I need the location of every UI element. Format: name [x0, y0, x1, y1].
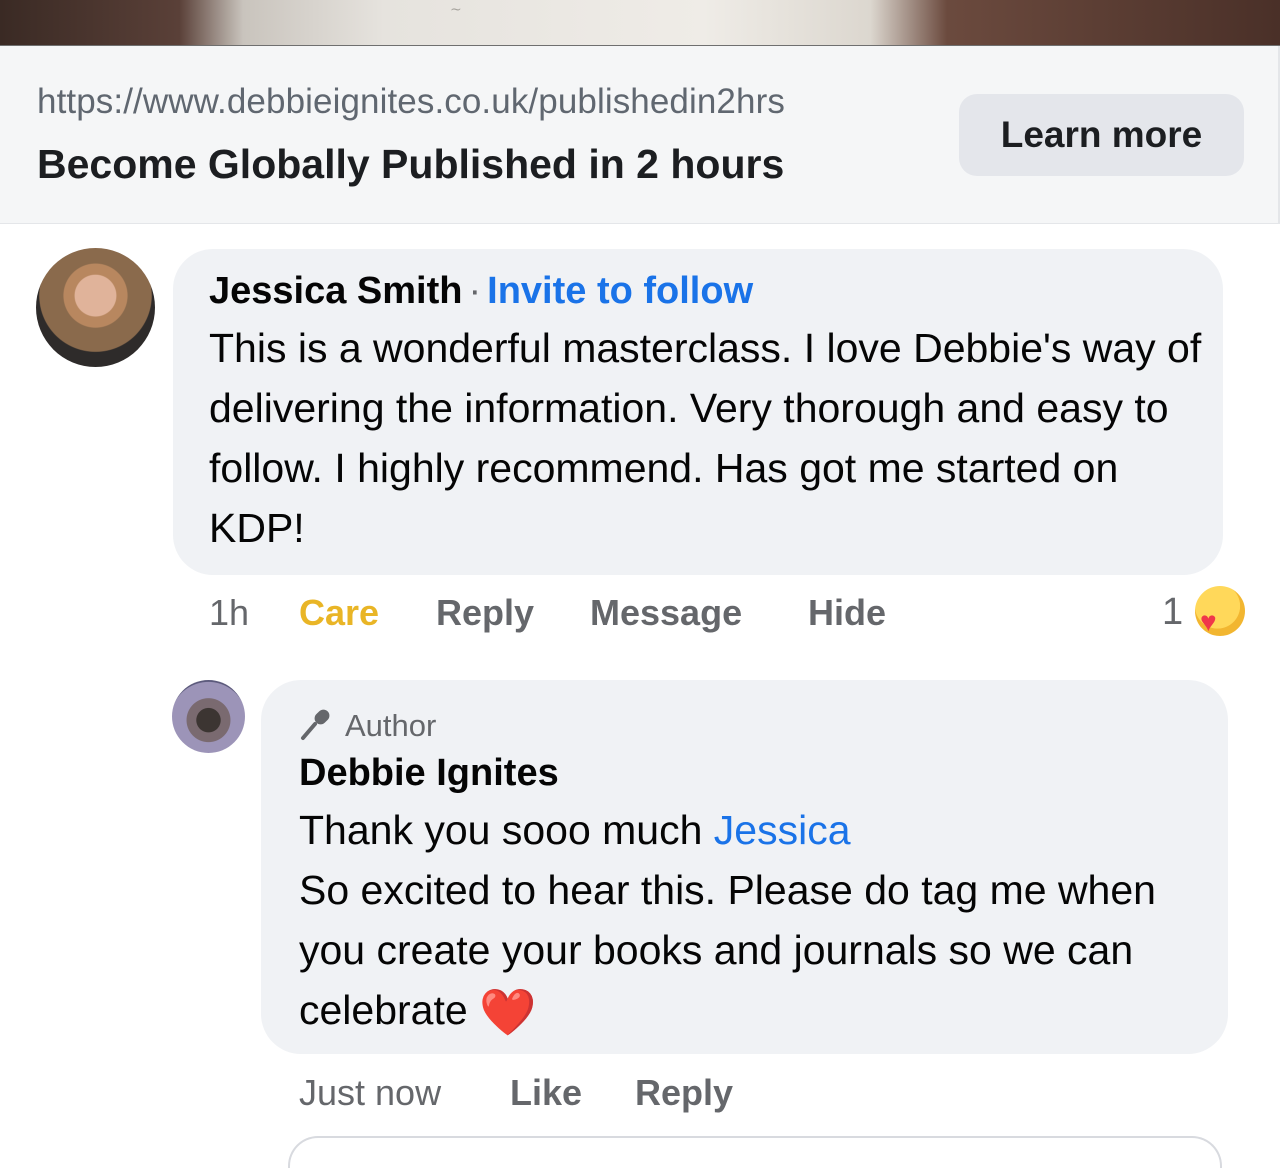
- red-heart-emoji-icon: ❤️: [479, 986, 537, 1038]
- reaction-count[interactable]: 1: [1162, 591, 1183, 634]
- microphone-icon: [301, 709, 330, 740]
- post-image-strip[interactable]: ~: [0, 0, 1280, 46]
- comment-time[interactable]: 1h: [209, 592, 249, 634]
- avatar-jessica-smith[interactable]: [36, 248, 155, 367]
- link-url: https://www.debbieignites.co.uk/publishe…: [37, 82, 785, 121]
- reply-body: So excited to hear this. Please do tag m…: [299, 867, 1156, 1033]
- reply-input-box[interactable]: [288, 1136, 1222, 1168]
- reply-actions: Just now Like Reply: [299, 1072, 799, 1116]
- reply-time[interactable]: Just now: [299, 1072, 441, 1114]
- care-heart-icon: ♥: [1200, 606, 1217, 637]
- hide-button[interactable]: Hide: [808, 592, 886, 634]
- reply-greeting: Thank you sooo much: [299, 807, 714, 853]
- reply-reply-button[interactable]: Reply: [635, 1072, 733, 1114]
- care-emoji-icon[interactable]: ♥: [1195, 586, 1245, 636]
- learn-more-button[interactable]: Learn more: [959, 94, 1244, 176]
- comment-actions: 1h Care Reply Message Hide: [209, 592, 909, 636]
- comment-text: This is a wonderful masterclass. I love …: [209, 325, 1202, 551]
- like-button[interactable]: Like: [510, 1072, 582, 1114]
- reply-author-name[interactable]: Debbie Ignites: [299, 752, 559, 795]
- message-button[interactable]: Message: [590, 592, 742, 634]
- link-title: Become Globally Published in 2 hours: [37, 141, 785, 187]
- image-handwriting-decoration: ~: [450, 2, 462, 18]
- comment-author-name[interactable]: Jessica Smith: [209, 270, 462, 312]
- separator-dot: ·: [468, 270, 482, 312]
- reply-button[interactable]: Reply: [436, 592, 534, 634]
- author-badge: Author: [299, 706, 436, 744]
- author-badge-label: Author: [345, 708, 437, 743]
- invite-to-follow-link[interactable]: Invite to follow: [487, 270, 753, 312]
- mention-jessica[interactable]: Jessica: [714, 807, 851, 853]
- care-reaction-button[interactable]: Care: [299, 592, 379, 634]
- comment-header: Jessica Smith · Invite to follow: [209, 270, 753, 313]
- avatar-debbie-ignites[interactable]: [172, 680, 245, 753]
- reply-text: Thank you sooo much Jessica So excited t…: [299, 800, 1219, 1042]
